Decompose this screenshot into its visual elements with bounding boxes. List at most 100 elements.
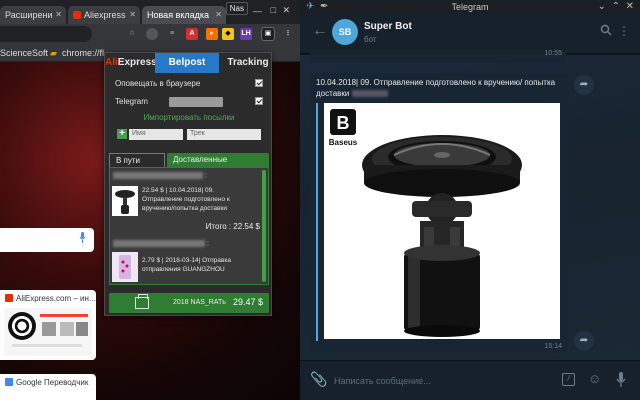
import-parcels-link[interactable]: Импортировать посылки xyxy=(105,113,273,122)
telegram-window: ✈ ✒ Telegram ⌄ ⌃ ✕ ← SB Super Bot бот ⋮ … xyxy=(300,0,640,400)
message-bubble[interactable]: 10.04.2018| 09. Отправление подготовлено… xyxy=(310,73,568,353)
extension-5-icon[interactable]: ◆ xyxy=(222,28,234,40)
notify-browser-checkbox[interactable] xyxy=(255,79,263,87)
telegram-titlebar: ✈ ✒ Telegram ⌄ ⌃ ✕ xyxy=(300,0,640,14)
thumbnail-bar xyxy=(12,344,82,347)
redacted-name xyxy=(113,240,205,247)
telegram-id-field[interactable] xyxy=(169,97,223,107)
parcel-details: 2.79 $ | 2018-03-14| Отправка отправлени… xyxy=(142,257,231,273)
parcel-details: 22.54 $ | 10.04.2018| 09. Отправление по… xyxy=(142,187,230,212)
close-icon[interactable]: ✕ xyxy=(55,10,62,19)
link-preview[interactable]: B Baseus xyxy=(316,103,562,341)
menu-icon[interactable]: ⋮ xyxy=(282,28,294,40)
bookmark-chrome-flags[interactable]: chrome://fl xyxy=(62,48,104,58)
aliexpress-favicon-icon xyxy=(5,294,13,302)
popup-footer: 2018 NAS_RATь 29.47 $ xyxy=(109,293,269,313)
svg-text:B: B xyxy=(337,113,350,133)
parcel-thumbnail xyxy=(112,186,138,216)
footer-text: 2018 NAS_RATь xyxy=(173,299,226,306)
google-translate-favicon-icon xyxy=(5,378,13,386)
tab-strip: Расширени ✕ Aliexpress ✕ Новая вкладка ✕… xyxy=(0,0,300,24)
close-icon[interactable]: ✕ xyxy=(215,10,222,19)
service-tabs: AliExpress Belpost Tracking xyxy=(105,53,273,73)
browser-toolbar: ☆ ≡ A ▸ ◆ LH ▣ ⋮ xyxy=(0,24,300,44)
most-visited-google-translate[interactable]: Google Переводчик xyxy=(0,374,96,400)
message-time: 15:14 xyxy=(544,343,562,350)
extension-3-icon[interactable]: A xyxy=(186,28,198,40)
parcel-list: : 22.54 $ | 10.04.2018| 09. Отправление … xyxy=(109,167,269,285)
profile-badge[interactable]: Nas xyxy=(225,2,248,15)
track-field[interactable]: Трек xyxy=(187,129,261,140)
parcel-box-icon xyxy=(135,294,149,309)
avatar[interactable]: SB xyxy=(332,19,358,45)
thumbnail-item xyxy=(76,322,88,336)
chat-status: бот xyxy=(364,35,377,44)
google-search-box[interactable] xyxy=(0,228,94,252)
address-bar[interactable] xyxy=(0,26,92,42)
parcel-name: : xyxy=(113,240,209,247)
scrollbar[interactable] xyxy=(262,170,266,282)
status-tabs: В пути Доставленные xyxy=(109,153,269,167)
tab-new-tab[interactable]: Новая вкладка ✕ xyxy=(142,6,226,24)
message-text: 10.04.2018| 09. Отправление подготовлено… xyxy=(316,78,556,98)
card-title: Google Переводчик xyxy=(0,374,96,390)
attach-icon[interactable]: 📎 xyxy=(310,371,327,388)
close-icon[interactable]: ✕ xyxy=(129,10,136,19)
telegram-label: Telegram xyxy=(115,97,148,106)
chat-name[interactable]: Super Bot xyxy=(364,21,412,32)
back-arrow-icon[interactable]: ← xyxy=(312,22,328,40)
thumbnail-logo xyxy=(8,312,36,340)
site-thumbnail xyxy=(4,308,92,356)
tab-aliexpress[interactable]: Aliexpress ✕ xyxy=(68,6,140,24)
extension-1-icon[interactable] xyxy=(146,28,158,40)
bookmark-folder-icon: ▰ xyxy=(50,48,57,58)
emoji-icon[interactable]: ☺ xyxy=(588,371,601,386)
search-icon[interactable] xyxy=(600,24,612,36)
tab-label: Aliexpress xyxy=(84,10,126,20)
footer-sum: 29.47 $ xyxy=(232,297,263,307)
tab-in-transit[interactable]: В пути xyxy=(109,153,165,167)
close-icon[interactable]: ✕ xyxy=(626,1,634,12)
minimize-icon[interactable]: ⌄ xyxy=(598,1,606,12)
window-title: Telegram xyxy=(451,2,489,12)
aliexpress-favicon-icon xyxy=(73,11,81,19)
card-title: AliExpress.com – ин... xyxy=(0,290,96,306)
bookmark-sciencesoft[interactable]: ScienceSoft xyxy=(0,48,48,58)
tab-delivered[interactable]: Доставленные xyxy=(167,153,269,167)
share-icon[interactable]: ➦ xyxy=(574,331,594,351)
telegram-checkbox[interactable] xyxy=(255,97,263,105)
more-options-icon[interactable]: ⋮ xyxy=(618,24,630,38)
tab-label: Расширени xyxy=(5,10,53,20)
tab-belpost[interactable]: Belpost xyxy=(155,53,219,73)
parcel-total: Итого : 22.54 $ xyxy=(205,222,260,231)
message-composer: 📎 / ☺ xyxy=(300,360,640,400)
tab-aliexpress[interactable]: AliExpress xyxy=(105,53,157,73)
extension-lh-icon[interactable]: LH xyxy=(240,28,252,40)
message-input[interactable] xyxy=(334,373,534,389)
parcel-tracker-popup: AliExpress Belpost Tracking Оповещать в … xyxy=(104,52,272,316)
add-parcel-button[interactable]: + xyxy=(117,129,127,139)
parcel-tracker-extension-icon[interactable]: ▣ xyxy=(261,27,275,41)
extension-4-icon[interactable]: ▸ xyxy=(206,28,218,40)
most-visited-aliexpress[interactable]: AliExpress.com – ин... xyxy=(0,290,96,360)
previous-message: 10:55 xyxy=(310,50,566,63)
chrome-window: Расширени ✕ Aliexpress ✕ Новая вкладка ✕… xyxy=(0,0,300,400)
parcel-name: : xyxy=(113,172,207,179)
close-window-icon[interactable]: ✕ xyxy=(282,5,290,16)
microphone-icon[interactable] xyxy=(616,372,626,388)
thumbnail-item xyxy=(42,322,56,336)
name-field[interactable]: Имя xyxy=(129,129,183,140)
tab-tracking[interactable]: Tracking xyxy=(223,53,273,73)
maximize-icon[interactable]: ⌃ xyxy=(612,1,620,12)
star-icon[interactable]: ☆ xyxy=(126,28,138,40)
microphone-icon[interactable] xyxy=(79,232,86,243)
extension-2-icon[interactable]: ≡ xyxy=(166,28,178,40)
share-icon[interactable]: ➦ xyxy=(574,75,594,95)
maximize-icon[interactable]: □ xyxy=(271,5,276,15)
tab-extensions[interactable]: Расширени ✕ xyxy=(0,6,66,24)
redacted-name xyxy=(113,172,203,179)
bot-commands-icon[interactable]: / xyxy=(562,373,575,386)
thumbnail-item xyxy=(60,322,74,336)
svg-text:Baseus: Baseus xyxy=(329,138,358,147)
minimize-icon[interactable]: — xyxy=(253,6,262,16)
